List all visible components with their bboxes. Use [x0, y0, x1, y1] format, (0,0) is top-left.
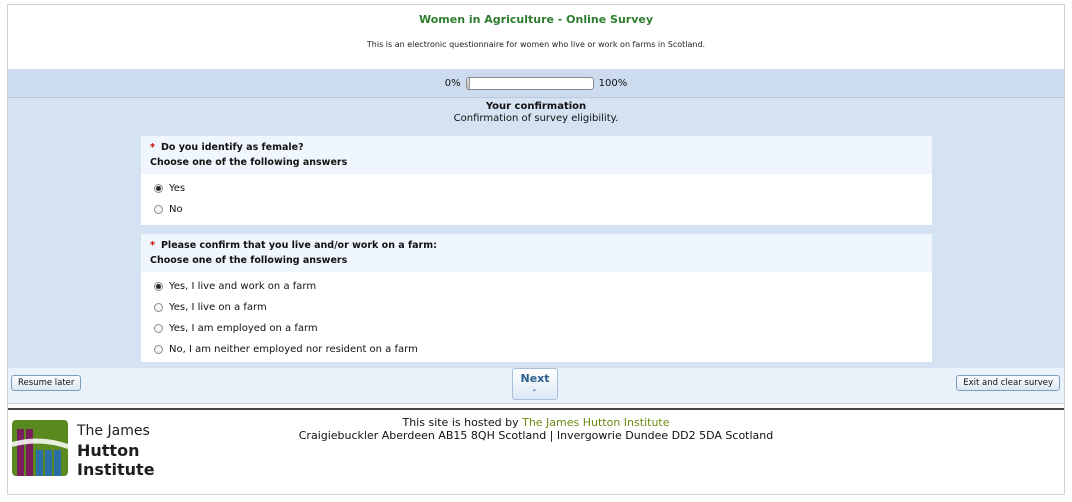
progress-bar — [465, 76, 594, 90]
question-group: Your confirmation Confirmation of survey… — [8, 98, 1064, 368]
question-text: Please confirm that you live and/or work… — [160, 240, 437, 251]
option-neither[interactable]: No, I am neither employed nor resident o… — [154, 339, 932, 360]
survey-page: Women in Agriculture - Online Survey Thi… — [7, 4, 1065, 495]
host-institute-link[interactable]: The James Hutton Institute — [522, 416, 669, 429]
option-employed[interactable]: Yes, I am employed on a farm — [154, 318, 932, 339]
option-no[interactable]: No — [154, 199, 932, 220]
radio-button[interactable] — [154, 345, 163, 354]
option-label[interactable]: Yes, I am employed on a farm — [169, 323, 318, 334]
question-header: * Do you identify as female? Choose one o… — [141, 136, 932, 174]
resume-later-label[interactable]: Resume later — [18, 378, 74, 388]
option-yes[interactable]: Yes — [154, 178, 932, 199]
site-footer: The James Hutton Institute This site is … — [8, 408, 1064, 496]
question-text: Do you identify as female? — [160, 142, 304, 153]
option-label[interactable]: Yes — [169, 183, 185, 194]
hosting-info: This site is hosted by The James Hutton … — [8, 416, 1064, 442]
exit-clear-button[interactable]: Exit and clear survey — [956, 375, 1060, 391]
option-live-and-work[interactable]: Yes, I live and work on a farm — [154, 276, 932, 297]
logo-line-2: Hutton — [77, 441, 140, 460]
resume-later-button[interactable]: Resume later — [11, 375, 82, 391]
option-label[interactable]: Yes, I live and work on a farm — [169, 281, 316, 292]
survey-description: This is an electronic questionnaire for … — [366, 40, 706, 49]
option-label[interactable]: No — [169, 204, 183, 215]
option-label[interactable]: Yes, I live on a farm — [169, 302, 267, 313]
question-help: Choose one of the following answers — [150, 255, 348, 266]
exit-clear-label[interactable]: Exit and clear survey — [963, 378, 1053, 388]
address-text: Craigiebuckler Aberdeen AB15 8QH Scotlan… — [298, 429, 774, 442]
question-female: * Do you identify as female? Choose one o… — [141, 136, 932, 225]
next-label[interactable]: Next — [520, 372, 549, 385]
logo-line-3: Institute — [77, 460, 155, 479]
option-live[interactable]: Yes, I live on a farm — [154, 297, 932, 318]
navigation-bar: Resume later Next ▸ Exit and clear surve… — [8, 368, 1064, 404]
progress-fill — [466, 77, 470, 89]
question-farm: * Please confirm that you live and/or wor… — [141, 234, 932, 362]
required-marker: * — [150, 240, 155, 251]
answer-list: Yes No — [141, 174, 932, 220]
radio-button[interactable] — [154, 303, 163, 312]
group-title: Your confirmation — [485, 101, 587, 112]
radio-button-selected[interactable] — [154, 184, 163, 193]
next-button[interactable]: Next ▸ — [512, 368, 558, 400]
question-header: * Please confirm that you live and/or wor… — [141, 234, 932, 272]
next-arrow-icon[interactable]: ▸ — [533, 386, 537, 394]
radio-button[interactable] — [154, 205, 163, 214]
required-marker: * — [150, 142, 155, 153]
question-help: Choose one of the following answers — [150, 157, 348, 168]
survey-title: Women in Agriculture - Online Survey — [418, 13, 654, 26]
survey-header: Women in Agriculture - Online Survey Thi… — [8, 5, 1064, 69]
answer-list: Yes, I live and work on a farm Yes, I li… — [141, 272, 932, 360]
group-description: Confirmation of survey eligibility. — [453, 113, 619, 124]
progress-min-label: 0% — [444, 77, 461, 89]
option-label[interactable]: No, I am neither employed nor resident o… — [169, 344, 418, 355]
radio-button-selected[interactable] — [154, 282, 163, 291]
hosted-by-text: This site is hosted by — [402, 416, 523, 429]
radio-button[interactable] — [154, 324, 163, 333]
progress-section: 0% 100% — [8, 69, 1064, 98]
progress-max-label: 100% — [598, 77, 628, 89]
